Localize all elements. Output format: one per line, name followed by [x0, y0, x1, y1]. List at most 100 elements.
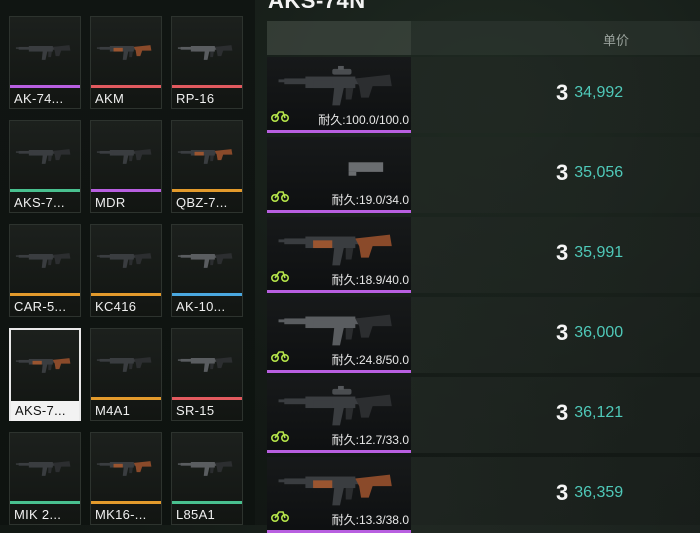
rarity-bar	[172, 85, 242, 88]
rarity-bar	[10, 85, 80, 88]
weapon-thumbnail	[175, 124, 239, 188]
listing-image: 耐久:12.7/33.0	[267, 377, 411, 450]
listing-row[interactable]: 耐久:12.7/33.0 3 36,121	[267, 377, 700, 453]
durability-icon	[270, 269, 290, 288]
unit-price: 3 36,000	[556, 319, 623, 347]
weapon-label: MIK 2...	[14, 507, 62, 522]
weapon-card[interactable]: KC416	[90, 224, 162, 317]
weapon-thumbnail	[13, 436, 77, 500]
listing-row[interactable]: 耐久:18.9/40.0 3 35,991	[267, 217, 700, 293]
durability-text: 耐久:19.0/34.0	[331, 193, 409, 207]
weapon-card[interactable]: RP-16	[171, 16, 243, 109]
durability-text: 耐久:100.0/100.0	[318, 113, 409, 127]
weapon-label: M4A1	[95, 403, 131, 418]
weapon-label: AK-10...	[176, 299, 226, 314]
weapon-thumbnail	[13, 20, 77, 84]
unit-price: 3 35,991	[556, 239, 623, 267]
currency-icon: 3	[556, 320, 569, 345]
weapon-card[interactable]: CAR-5...	[9, 224, 81, 317]
listing-row[interactable]: 耐久:13.3/38.0 3 36,359	[267, 457, 700, 533]
weapon-thumbnail	[175, 20, 239, 84]
weapon-card[interactable]: AK-74...	[9, 16, 81, 109]
listing-image: 耐久:13.3/38.0	[267, 457, 411, 530]
durability-text: 耐久:18.9/40.0	[331, 273, 409, 287]
weapon-label: AKS-7...	[11, 401, 79, 421]
rarity-bar	[10, 189, 80, 192]
currency-icon: 3	[556, 400, 569, 425]
rarity-bar	[172, 397, 242, 400]
rarity-bar	[91, 397, 161, 400]
rarity-bar	[267, 290, 411, 293]
rarity-bar	[91, 189, 161, 192]
rarity-bar	[172, 189, 242, 192]
weapon-thumbnail	[175, 228, 239, 292]
weapon-label: AKS-7...	[14, 195, 65, 210]
weapon-thumbnail	[14, 333, 76, 397]
rarity-bar	[172, 501, 242, 504]
unit-price: 3 35,056	[556, 159, 623, 187]
weapon-card[interactable]: QBZ-7...	[171, 120, 243, 213]
listing-row[interactable]: 耐久:24.8/50.0 3 36,000	[267, 297, 700, 373]
price-value: 35,056	[574, 164, 624, 181]
weapon-thumbnail	[94, 228, 158, 292]
durability-icon	[270, 509, 290, 528]
weapon-label: AK-74...	[14, 91, 64, 106]
price-value: 35,991	[574, 244, 624, 261]
price-value: 36,121	[574, 404, 624, 421]
weapon-card[interactable]: MIK 2...	[9, 432, 81, 525]
weapon-card[interactable]: AKS-7...	[9, 328, 81, 421]
listing-image: 耐久:100.0/100.0	[267, 57, 411, 130]
weapon-label: SR-15	[176, 403, 215, 418]
weapon-label: MDR	[95, 195, 126, 210]
weapon-card[interactable]: M4A1	[90, 328, 162, 421]
listing-row[interactable]: 耐久:19.0/34.0 3 35,056	[267, 137, 700, 213]
listing-image: 耐久:18.9/40.0	[267, 217, 411, 290]
weapon-label: AKM	[95, 91, 125, 106]
weapon-grid-panel: AK-74... AKM RP-16 AKS-7... MDR QBZ-7...…	[0, 0, 255, 525]
rarity-bar	[267, 450, 411, 453]
rarity-bar	[267, 130, 411, 133]
weapon-label: L85A1	[176, 507, 216, 522]
price-value: 36,359	[574, 484, 624, 501]
rarity-bar	[172, 293, 242, 296]
durability-text: 耐久:12.7/33.0	[331, 433, 409, 447]
weapon-thumbnail	[175, 436, 239, 500]
weapon-card[interactable]: AK-10...	[171, 224, 243, 317]
unit-price: 3 36,359	[556, 479, 623, 507]
rarity-bar	[10, 501, 80, 504]
weapon-thumbnail	[175, 332, 239, 396]
rarity-bar	[10, 293, 80, 296]
price-value: 36,000	[574, 324, 624, 341]
listing-image: 耐久:19.0/34.0	[267, 137, 411, 210]
rarity-bar	[267, 370, 411, 373]
weapon-thumbnail	[94, 20, 158, 84]
weapon-thumbnail	[94, 436, 158, 500]
durability-icon	[270, 189, 290, 208]
weapon-label: RP-16	[176, 91, 215, 106]
listing-table-header	[267, 21, 700, 55]
durability-icon	[270, 349, 290, 368]
header-image-column	[267, 21, 411, 55]
listing-row[interactable]: 耐久:100.0/100.0 3 34,992	[267, 57, 700, 133]
weapon-thumbnail	[13, 124, 77, 188]
weapon-card[interactable]: SR-15	[171, 328, 243, 421]
weapon-card[interactable]: AKM	[90, 16, 162, 109]
price-value: 34,992	[574, 84, 624, 101]
weapon-card[interactable]: AKS-7...	[9, 120, 81, 213]
weapon-label: MK16-...	[95, 507, 147, 522]
rarity-bar	[91, 85, 161, 88]
weapon-thumbnail	[94, 332, 158, 396]
currency-icon: 3	[556, 480, 569, 505]
durability-text: 耐久:13.3/38.0	[331, 513, 409, 527]
rarity-bar	[91, 501, 161, 504]
weapon-card[interactable]: MK16-...	[90, 432, 162, 525]
listing-image: 耐久:24.8/50.0	[267, 297, 411, 370]
price-column-label: 单价	[603, 33, 630, 48]
weapon-label: QBZ-7...	[176, 195, 228, 210]
currency-icon: 3	[556, 80, 569, 105]
weapon-card[interactable]: MDR	[90, 120, 162, 213]
weapon-thumbnail	[94, 124, 158, 188]
durability-icon	[270, 429, 290, 448]
weapon-card[interactable]: L85A1	[171, 432, 243, 525]
weapon-label: CAR-5...	[14, 299, 67, 314]
